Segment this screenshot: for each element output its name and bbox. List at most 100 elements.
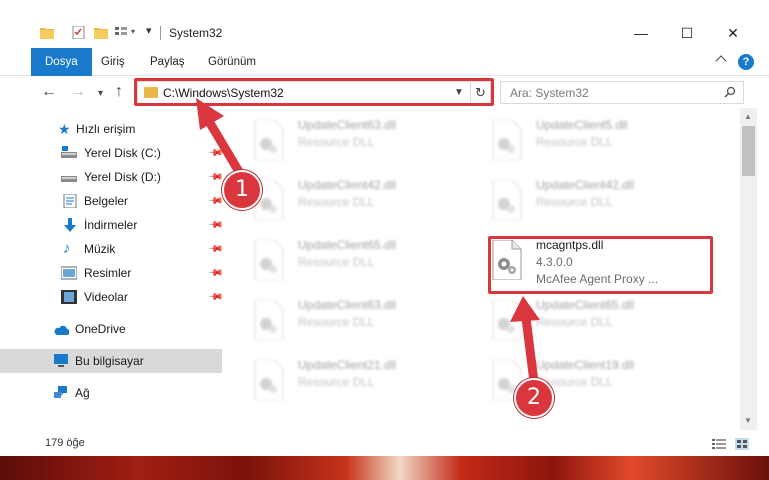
search-box[interactable]: Ara: System32 (500, 81, 744, 104)
close-button[interactable]: ✕ (710, 18, 756, 48)
list-item[interactable]: UpdateClient5.dll Resource DLL (464, 114, 694, 164)
dll-file-icon (492, 300, 522, 340)
file-description: Resource DLL (536, 195, 613, 209)
sidebar-item-network[interactable]: Ağ (0, 381, 222, 405)
pin-icon[interactable]: 📌 (207, 217, 224, 234)
sidebar-item-this-pc[interactable]: Bu bilgisayar (0, 349, 222, 373)
list-item[interactable]: UpdateClient21.dll Resource DLL (226, 354, 456, 404)
dll-file-icon (254, 300, 284, 340)
title-separator (160, 26, 161, 40)
file-description: Resource DLL (536, 315, 613, 329)
scrollbar-thumb[interactable] (742, 126, 755, 176)
search-input[interactable]: Ara: System32 (510, 86, 589, 100)
pictures-icon (61, 266, 77, 280)
music-icon: ♪ (63, 240, 71, 257)
sidebar-item-documents[interactable]: Belgeler 📌 (0, 189, 224, 213)
step-2-badge: 2 (514, 378, 554, 418)
tab-view[interactable]: Görünüm (208, 48, 256, 76)
pin-icon[interactable]: 📌 (207, 241, 224, 258)
collapse-ribbon-icon[interactable] (715, 55, 727, 67)
recent-locations-icon[interactable]: ▾ (98, 84, 103, 104)
scroll-down-icon[interactable]: ▼ (744, 416, 752, 425)
title-bar: ▾ ▾ System32 — ☐ ✕ (0, 0, 769, 48)
forward-button[interactable]: → (70, 82, 86, 102)
maximize-button[interactable]: ☐ (664, 18, 710, 48)
address-highlight-box (134, 78, 494, 106)
back-button[interactable]: ← (41, 82, 57, 102)
list-item[interactable]: UpdateClient65.dll Resource DLL (464, 294, 694, 344)
videos-icon (61, 290, 77, 304)
navigation-pane: ★ Hızlı erişim Yerel Disk (C:) 📌 Yerel D… (0, 108, 226, 430)
status-bar: 179 öğe (0, 430, 769, 456)
search-icon[interactable] (724, 86, 736, 98)
new-folder-icon[interactable] (94, 26, 108, 39)
file-description: Resource DLL (298, 375, 375, 389)
documents-icon (63, 194, 77, 208)
sidebar-item-downloads[interactable]: İndirmeler 📌 (0, 213, 224, 237)
customize-toolbar-icon[interactable]: ▾ (146, 24, 152, 37)
pin-icon[interactable]: 📌 (207, 193, 224, 210)
file-description: Resource DLL (298, 255, 375, 269)
step-1-badge: 1 (222, 170, 262, 210)
file-name: UpdateClient63.dll (298, 298, 397, 312)
file-highlight-box (488, 236, 713, 294)
dll-file-icon (254, 360, 284, 400)
file-name: UpdateClient19.dll (536, 358, 635, 372)
list-item[interactable]: UpdateClient65.dll Resource DLL (226, 234, 456, 284)
sidebar-item-pictures[interactable]: Resimler 📌 (0, 261, 224, 285)
sidebar-item-label: Ağ (75, 386, 90, 400)
sidebar-item-quick-access[interactable]: ★ Hızlı erişim (0, 117, 222, 141)
window-title: System32 (169, 26, 223, 40)
tab-home[interactable]: Giriş (101, 48, 125, 76)
pin-icon[interactable]: 📌 (207, 289, 224, 306)
list-item[interactable]: UpdateClient63.dll Resource DLL (226, 114, 456, 164)
sidebar-item-label: Yerel Disk (D:) (84, 170, 161, 184)
file-description: Resource DLL (298, 195, 375, 209)
network-icon (54, 386, 67, 398)
sidebar-item-label: İndirmeler (84, 218, 138, 232)
sidebar-item-label: Resimler (84, 266, 132, 280)
ribbon-tabs: Dosya Giriş Paylaş Görünüm (0, 48, 769, 76)
dll-file-icon (254, 240, 284, 280)
pin-icon[interactable]: 📌 (207, 145, 224, 162)
cloud-icon (54, 325, 69, 335)
file-description: Resource DLL (298, 135, 375, 149)
sidebar-item-onedrive[interactable]: OneDrive (0, 317, 222, 341)
details-view-icon[interactable] (712, 438, 726, 450)
folder-icon (40, 28, 54, 39)
file-name: UpdateClient65.dll (536, 298, 635, 312)
file-name: UpdateClient21.dll (298, 358, 397, 372)
item-count: 179 öğe (45, 437, 85, 449)
dropdown-icon[interactable]: ▾ (131, 27, 135, 36)
file-description: Resource DLL (536, 135, 613, 149)
sidebar-item-music[interactable]: ♪ Müzik 📌 (0, 237, 224, 261)
sidebar-item-label: OneDrive (75, 322, 126, 336)
sidebar-item-label: Hızlı erişim (76, 122, 136, 136)
tab-file[interactable]: Dosya (31, 48, 92, 76)
pin-icon[interactable]: 📌 (207, 169, 224, 186)
view-options-icon[interactable] (114, 26, 128, 39)
list-item[interactable]: UpdateClient19.dll Resource DLL (464, 354, 694, 404)
minimize-button[interactable]: — (618, 18, 664, 48)
tab-share[interactable]: Paylaş (150, 48, 185, 76)
large-icons-view-icon[interactable] (735, 438, 749, 450)
desktop-wallpaper (0, 456, 769, 480)
file-name: UpdateClient65.dll (298, 238, 397, 252)
file-name: UpdateClient42.dll (536, 178, 635, 192)
sidebar-item-local-disk-c[interactable]: Yerel Disk (C:) 📌 (0, 141, 224, 165)
help-button[interactable]: ? (738, 54, 754, 70)
scroll-up-icon[interactable]: ▲ (744, 112, 752, 121)
up-button[interactable]: ↑ (115, 82, 123, 102)
properties-icon[interactable] (72, 26, 86, 39)
list-item[interactable]: UpdateClient63.dll Resource DLL (226, 294, 456, 344)
navigation-bar: ← → ▾ ↑ C:\Windows\System32 ▼ ↻ Ara: Sys… (0, 76, 769, 108)
vertical-scrollbar[interactable]: ▲ ▼ (740, 108, 757, 430)
sidebar-item-local-disk-d[interactable]: Yerel Disk (D:) 📌 (0, 165, 224, 189)
file-name: UpdateClient5.dll (536, 118, 628, 132)
sidebar-item-videos[interactable]: Videolar 📌 (0, 285, 224, 309)
sidebar-item-label: Yerel Disk (C:) (84, 146, 161, 160)
pin-icon[interactable]: 📌 (207, 265, 224, 282)
sidebar-item-label: Belgeler (84, 194, 129, 208)
list-item[interactable]: UpdateClient42.dll Resource DLL (464, 174, 694, 224)
drive-icon (61, 146, 77, 158)
